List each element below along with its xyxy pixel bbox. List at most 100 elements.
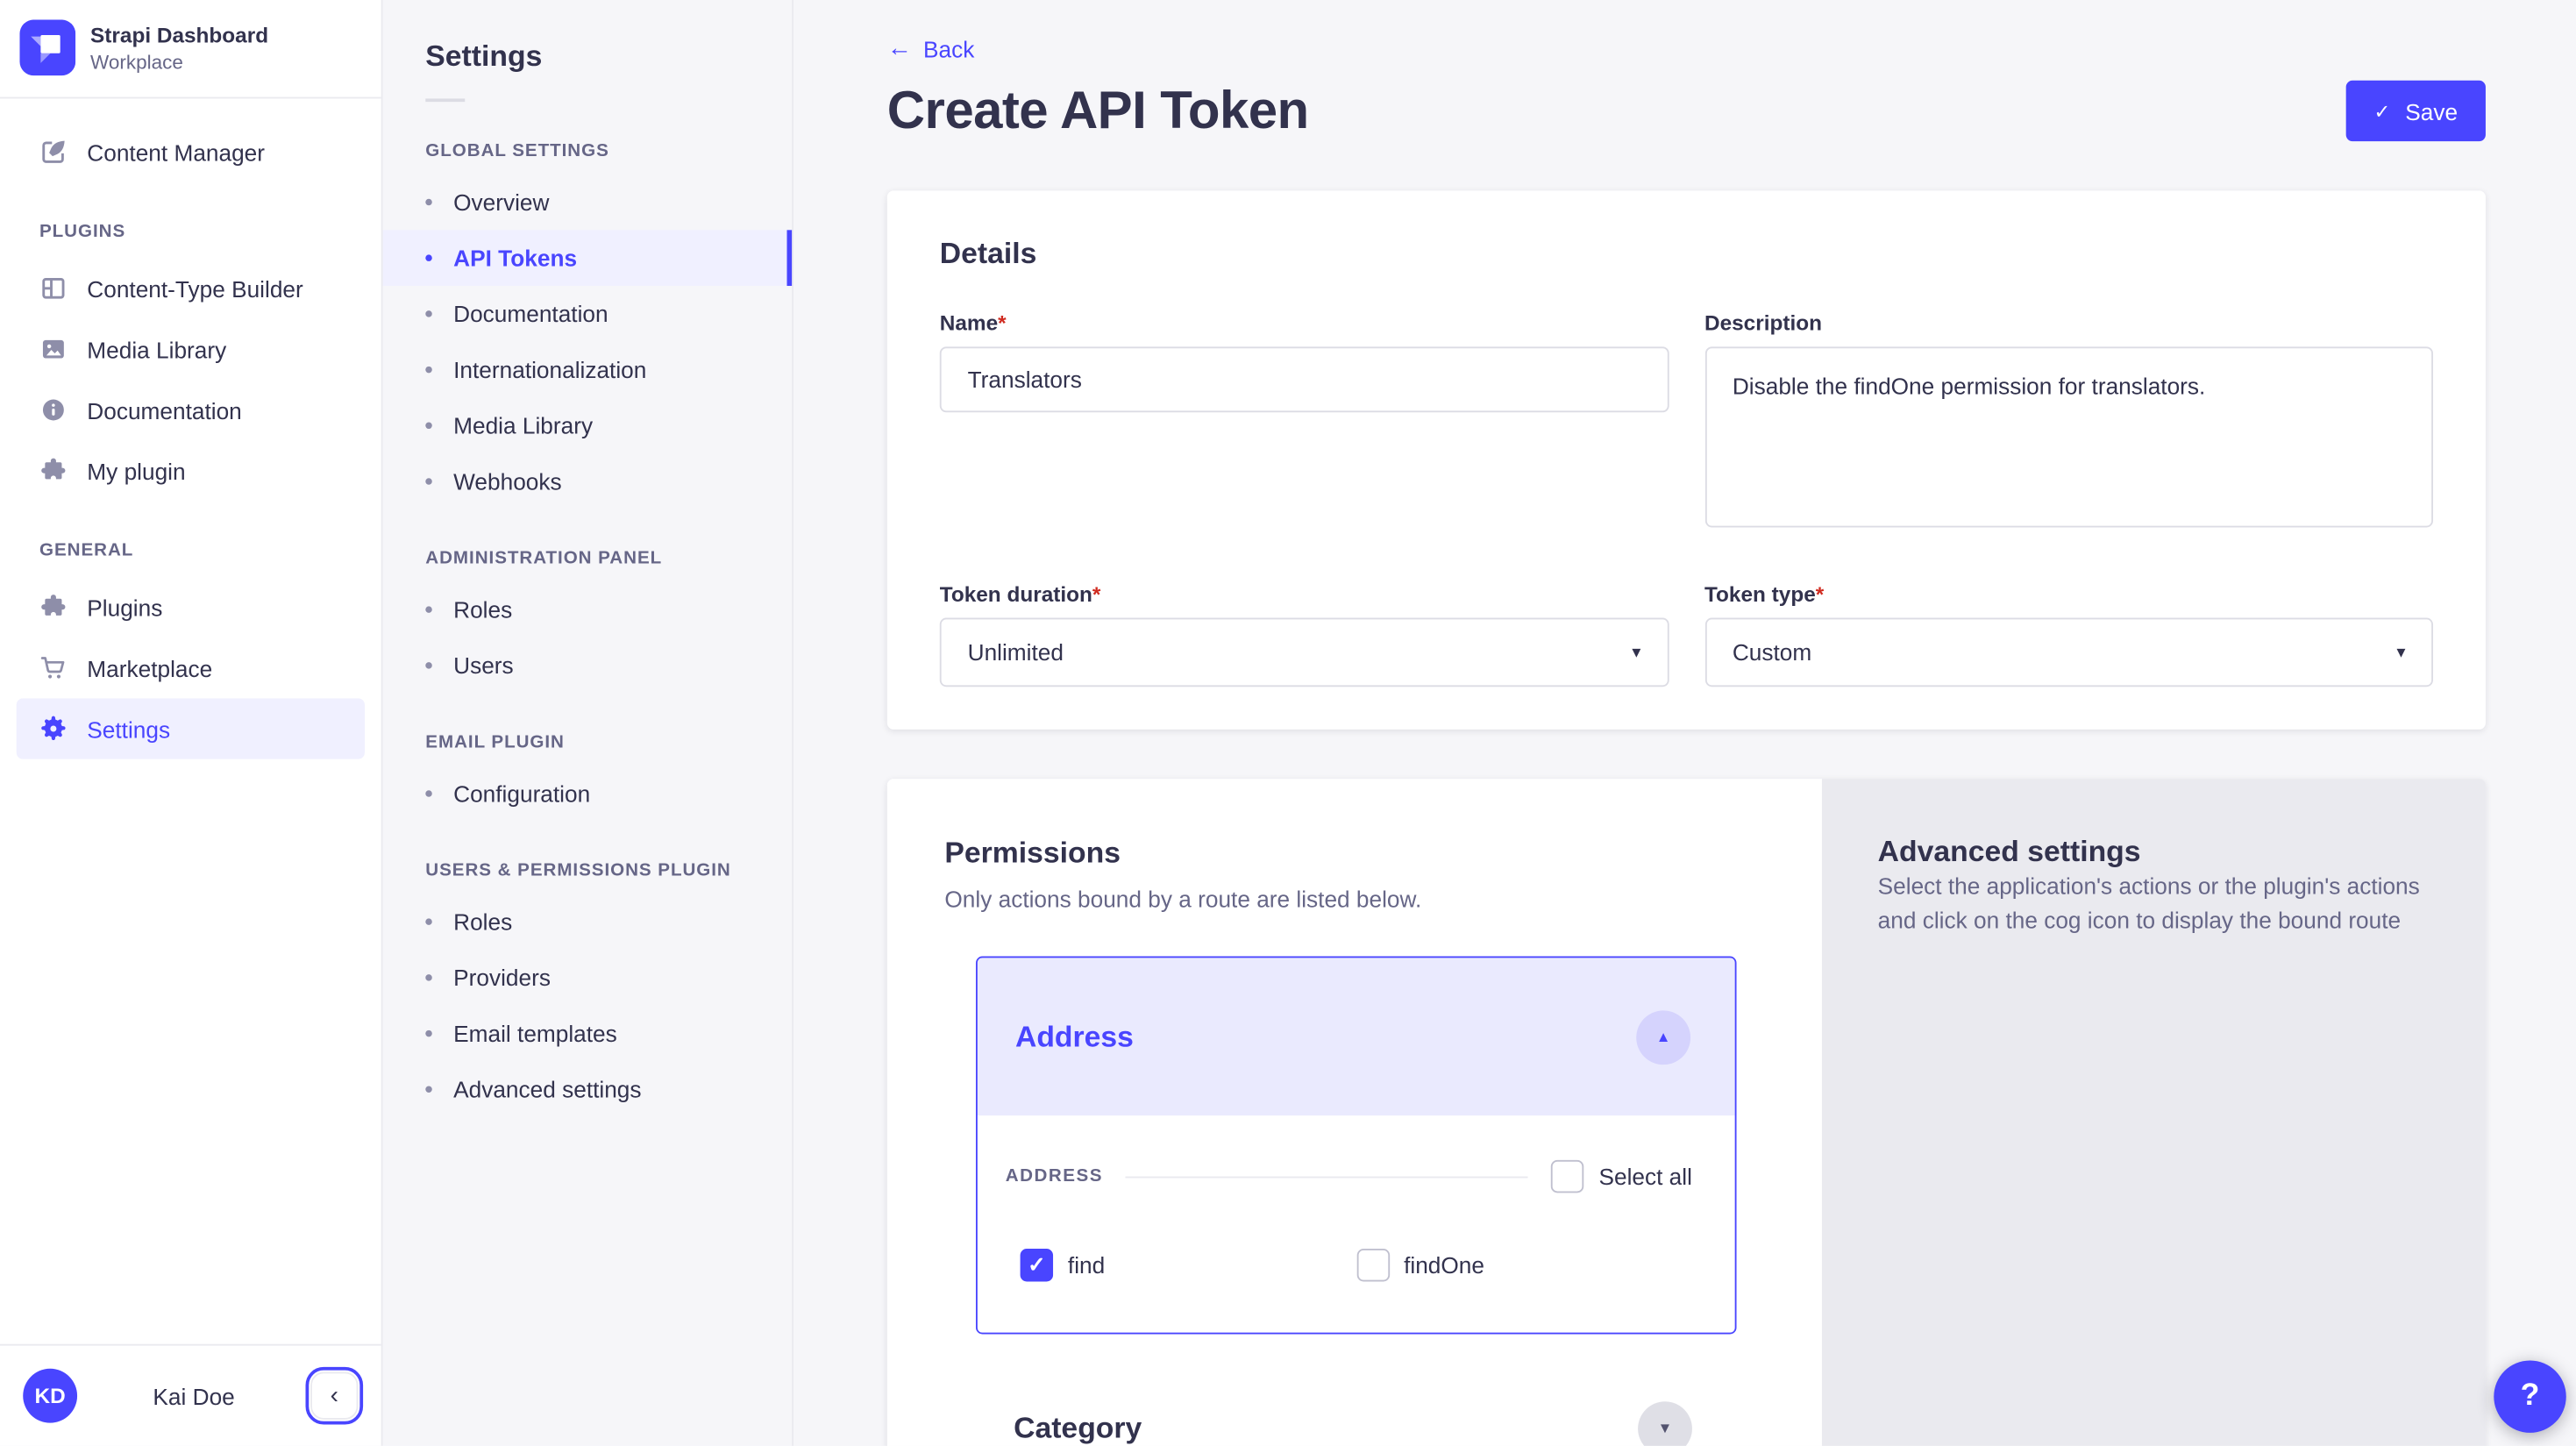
find-label: find (1068, 1252, 1105, 1279)
subnav-item-label: Documentation (453, 301, 608, 327)
subnav-rule (425, 98, 465, 102)
strapi-logo-icon (19, 19, 75, 75)
subnav-item-up-providers[interactable]: Providers (383, 950, 793, 1006)
bullet-icon (425, 606, 431, 612)
details-card: Details Name* Description Disable the fi… (887, 190, 2486, 730)
sidebar-item-label: Media Library (87, 336, 226, 362)
advanced-settings-panel: Advanced settings Select the application… (1822, 779, 2486, 1446)
subnav-header-administration-panel: ADMINISTRATION PANEL (383, 549, 793, 568)
subnav-title: Settings (383, 39, 793, 74)
token-type-value: Custom (1733, 639, 1811, 666)
gear-icon (39, 715, 68, 743)
findone-checkbox[interactable] (1356, 1249, 1389, 1281)
back-link[interactable]: ← Back (887, 35, 975, 61)
token-duration-field-group: Token duration* Unlimited ▼ (940, 581, 1669, 687)
subnav-item-label: Email templates (453, 1021, 617, 1047)
sidebar-item-label: Marketplace (87, 655, 212, 681)
bullet-icon (425, 974, 431, 980)
sidebar-item-my-plugin[interactable]: My plugin (17, 440, 365, 501)
sidebar-item-label: Settings (87, 716, 170, 742)
collapse-accordion-button[interactable]: ▲ (1636, 1009, 1690, 1064)
sidebar-item-label: Documentation (87, 397, 241, 424)
sidebar-item-settings[interactable]: Settings (17, 698, 365, 759)
subnav-item-up-advanced-settings[interactable]: Advanced settings (383, 1061, 793, 1117)
description-field-group: Description Disable the findOne permissi… (1704, 310, 2433, 536)
find-checkbox[interactable] (1021, 1249, 1053, 1281)
details-heading: Details (940, 237, 2433, 271)
sidebar-item-documentation[interactable]: Documentation (17, 380, 365, 440)
bullet-icon (425, 478, 431, 484)
bullet-icon (425, 1086, 431, 1093)
user-row: KD Kai Doe ‹ (0, 1344, 381, 1446)
permission-findone: findOne (1356, 1249, 1692, 1281)
workspace-title: Strapi Dashboard (90, 22, 268, 46)
pen-icon (39, 138, 68, 166)
bullet-icon (425, 918, 431, 924)
expand-accordion-button[interactable]: ▼ (1638, 1400, 1692, 1446)
advanced-settings-heading: Advanced settings (1878, 835, 2423, 869)
puzzle-icon (39, 457, 68, 485)
bullet-icon (425, 790, 431, 796)
layout-icon (39, 274, 68, 303)
bullet-icon (425, 310, 431, 317)
subnav-item-label: Users (453, 652, 514, 679)
subnav-item-label: Configuration (453, 780, 590, 807)
token-duration-select[interactable]: Unlimited ▼ (940, 618, 1669, 687)
subnav-item-up-email-templates[interactable]: Email templates (383, 1006, 793, 1062)
category-accordion-header[interactable]: Category ▼ (976, 1369, 1737, 1446)
subnav-header-global-settings: GLOBAL SETTINGS (383, 141, 793, 160)
save-button[interactable]: ✓ Save (2346, 81, 2486, 141)
workspace-switcher[interactable]: Strapi Dashboard Workplace (0, 0, 381, 97)
token-type-label: Token type* (1704, 581, 2433, 606)
help-button[interactable]: ? (2494, 1360, 2565, 1432)
subnav-item-media-library[interactable]: Media Library (383, 397, 793, 453)
sidebar-item-content-manager[interactable]: Content Manager (17, 122, 365, 182)
subnav-item-api-tokens[interactable]: API Tokens (383, 230, 793, 286)
sidebar-item-marketplace[interactable]: Marketplace (17, 638, 365, 698)
token-duration-value: Unlimited (968, 639, 1064, 666)
save-label: Save (2405, 97, 2458, 124)
subnav-item-webhooks[interactable]: Webhooks (383, 453, 793, 509)
back-label: Back (923, 35, 974, 61)
main-sidebar: Strapi Dashboard Workplace Content Manag… (0, 0, 383, 1446)
name-label: Name* (940, 310, 1669, 335)
subnav-item-label: Media Library (453, 412, 593, 438)
sidebar-item-content-type-builder[interactable]: Content-Type Builder (17, 258, 365, 318)
bullet-icon (425, 1030, 431, 1036)
select-all-control: Select all (1551, 1160, 1692, 1193)
subnav-item-documentation[interactable]: Documentation (383, 286, 793, 342)
name-field-group: Name* (940, 310, 1669, 412)
subnav-item-label: Webhooks (453, 468, 561, 495)
select-all-checkbox[interactable] (1551, 1160, 1583, 1193)
chevron-down-icon: ▼ (1629, 644, 1644, 660)
sidebar-item-plugins[interactable]: Plugins (17, 577, 365, 638)
subnav-item-up-roles[interactable]: Roles (383, 894, 793, 950)
info-icon (39, 396, 68, 424)
bullet-icon (425, 254, 431, 260)
puzzle-icon (39, 593, 68, 621)
subnav-item-label: Roles (453, 596, 512, 623)
chevron-down-icon: ▼ (2394, 644, 2409, 660)
permissions-section: Permissions Only actions bound by a rout… (887, 779, 2486, 1446)
check-icon: ✓ (2374, 101, 2391, 120)
address-accordion-header[interactable]: Address ▲ (978, 958, 1735, 1115)
divider (1126, 1176, 1528, 1178)
subnav-item-email-configuration[interactable]: Configuration (383, 766, 793, 822)
collapse-sidebar-button[interactable]: ‹ (310, 1372, 358, 1420)
token-type-select[interactable]: Custom ▼ (1704, 618, 2433, 687)
address-accordion-title: Address (1015, 1020, 1134, 1054)
settings-subnav: Settings GLOBAL SETTINGS Overview API To… (383, 0, 793, 1446)
chevron-left-icon: ‹ (331, 1382, 338, 1410)
subnav-item-internationalization[interactable]: Internationalization (383, 342, 793, 398)
select-all-label: Select all (1598, 1164, 1691, 1190)
subnav-item-admin-users[interactable]: Users (383, 638, 793, 694)
description-textarea[interactable]: Disable the findOne permission for trans… (1704, 346, 2433, 527)
name-input[interactable] (940, 346, 1669, 412)
token-duration-label: Token duration* (940, 581, 1669, 606)
avatar[interactable]: KD (23, 1369, 77, 1423)
subnav-item-admin-roles[interactable]: Roles (383, 581, 793, 638)
sidebar-item-media-library[interactable]: Media Library (17, 319, 365, 380)
permissions-card: Permissions Only actions bound by a rout… (887, 779, 1822, 1446)
category-accordion-title: Category (1014, 1411, 1142, 1445)
subnav-item-overview[interactable]: Overview (383, 175, 793, 231)
